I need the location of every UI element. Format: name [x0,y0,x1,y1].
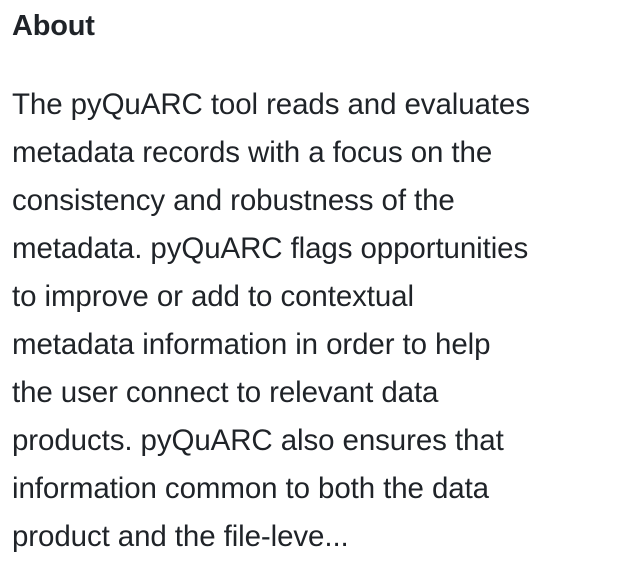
description-line: metadata. pyQuARC flags opportunities [12,232,529,265]
about-heading: About [12,10,95,42]
about-panel: About The pyQuARC tool reads and evaluat… [12,0,622,561]
description-line: to improve or add to contextual [12,280,414,313]
about-description: The pyQuARC tool reads and evaluates met… [12,81,622,561]
description-line: metadata information in order to help [12,328,491,361]
description-line: product and the file-leve... [12,520,349,553]
description-line: information common to both the data [12,472,489,505]
description-line: products. pyQuARC also ensures that [12,424,504,457]
description-line: The pyQuARC tool reads and evaluates [12,88,530,121]
description-line: consistency and robustness of the [12,184,455,217]
description-line: the user connect to relevant data [12,376,439,409]
description-line: metadata records with a focus on the [12,136,493,169]
